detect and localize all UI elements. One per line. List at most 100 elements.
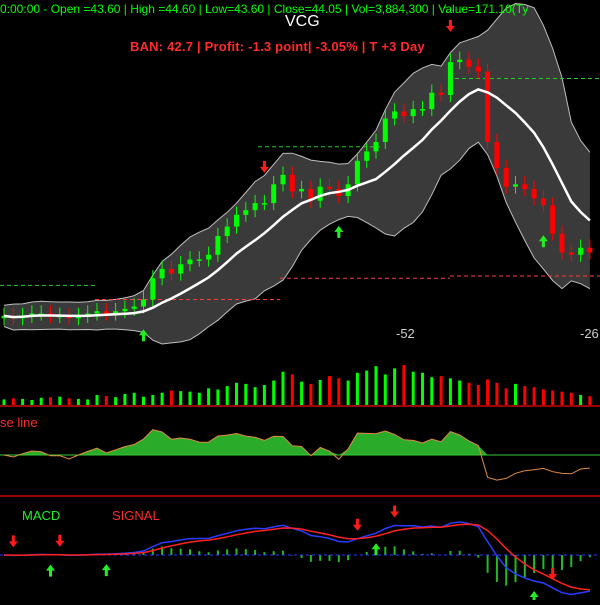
signal-label: SIGNAL — [112, 508, 160, 523]
volume-bar — [355, 372, 359, 405]
candle-body — [457, 59, 463, 63]
candle-body — [252, 203, 258, 211]
candle-body — [299, 189, 305, 192]
symbol-title: VCG — [285, 13, 320, 30]
volume-bar — [300, 381, 304, 405]
candle-body — [550, 205, 556, 234]
volume-bar — [430, 377, 434, 405]
volume-bar — [11, 398, 15, 405]
macd-buy-arrow-icon — [371, 543, 381, 556]
volume-bar — [281, 371, 285, 405]
candle-body — [475, 66, 481, 72]
volume-bar — [504, 388, 508, 405]
volume-bar — [179, 391, 183, 405]
volume-bar — [58, 396, 62, 405]
volume-bar — [216, 389, 220, 405]
volume-bar — [467, 382, 471, 405]
volume-bar — [169, 390, 173, 405]
volume-bar — [551, 390, 555, 405]
volume-bar — [197, 392, 201, 405]
oscillator-fill-area — [4, 429, 590, 455]
volume-bar — [569, 392, 573, 405]
volume-bar — [262, 385, 266, 405]
volume-bar — [560, 391, 564, 405]
sell-signal-arrow-icon — [445, 19, 455, 32]
candle-body — [327, 186, 332, 189]
volume-bar — [207, 388, 211, 405]
volume-bar — [439, 376, 443, 405]
macd-buy-arrow-icon — [101, 564, 111, 577]
volume-bar — [290, 374, 294, 405]
volume-bar — [253, 387, 257, 405]
volume-bar — [579, 395, 583, 405]
volume-bar — [49, 397, 52, 405]
volume-bar — [318, 380, 322, 405]
macd-sell-arrow-icon — [8, 535, 18, 548]
macd-sell-arrow-icon — [548, 567, 558, 580]
candle-body — [392, 111, 398, 119]
volume-bar — [272, 380, 276, 405]
candle-body — [187, 259, 193, 265]
candle-body — [215, 236, 221, 255]
volume-bar — [114, 397, 118, 405]
volume-bar — [421, 372, 424, 405]
candle-body — [513, 184, 518, 187]
signal-line — [3, 523, 590, 591]
candle-body — [447, 62, 453, 95]
volume-bar — [39, 397, 43, 405]
volume-bar — [309, 383, 313, 405]
candle-body — [438, 92, 444, 95]
volume-bar — [132, 392, 136, 405]
trade-signal-summary: BAN: 42.7 | Profit: -1.3 point| -3.05% |… — [130, 39, 425, 54]
candle-body — [364, 151, 370, 161]
macd-line — [3, 521, 591, 596]
volume-bar — [142, 396, 145, 405]
volume-bar — [95, 395, 99, 405]
volume-bar — [76, 398, 80, 405]
candle-body — [420, 109, 425, 111]
candle-body — [494, 142, 500, 168]
candle-body — [578, 247, 584, 255]
candle-body — [410, 109, 416, 117]
volume-bar — [495, 382, 499, 405]
candle-body — [122, 308, 128, 312]
volume-bar — [67, 398, 71, 405]
volume-bar — [123, 393, 127, 405]
volume-bar — [346, 380, 350, 405]
volume-bar — [104, 396, 108, 405]
candle-body — [196, 259, 202, 261]
candle-body — [466, 59, 472, 67]
volume-bar — [365, 370, 369, 405]
volume-bar — [448, 378, 452, 405]
candle-body — [429, 92, 435, 110]
volume-bar — [30, 400, 34, 405]
chart-area[interactable] — [0, 0, 600, 603]
macd-sell-arrow-icon — [352, 518, 362, 531]
volume-bar — [86, 399, 90, 405]
candle-body — [317, 186, 323, 201]
candle-body — [224, 226, 230, 236]
volume-bar — [160, 392, 164, 405]
volume-bar — [486, 379, 490, 405]
volume-bar — [383, 374, 387, 405]
volume-bar — [244, 383, 248, 405]
volume-bar — [21, 398, 25, 405]
volume-bar — [374, 366, 378, 405]
volume-bar — [523, 386, 527, 405]
candle-body — [503, 167, 509, 187]
bollinger-band-fill — [4, 3, 590, 344]
volume-bar — [2, 399, 6, 405]
candle-body — [150, 278, 156, 300]
volume-bar — [402, 365, 406, 405]
candle-body — [382, 118, 388, 142]
candle-body — [522, 184, 528, 189]
volume-bar — [532, 387, 536, 405]
candle-body — [540, 198, 546, 206]
candle-body — [289, 174, 295, 192]
volume-bar — [458, 380, 462, 405]
volume-bar — [337, 378, 341, 405]
macd-buy-arrow-icon — [529, 590, 539, 603]
candle-body — [206, 254, 212, 260]
volume-bar — [588, 396, 592, 405]
buy-signal-arrow-icon — [334, 225, 344, 238]
